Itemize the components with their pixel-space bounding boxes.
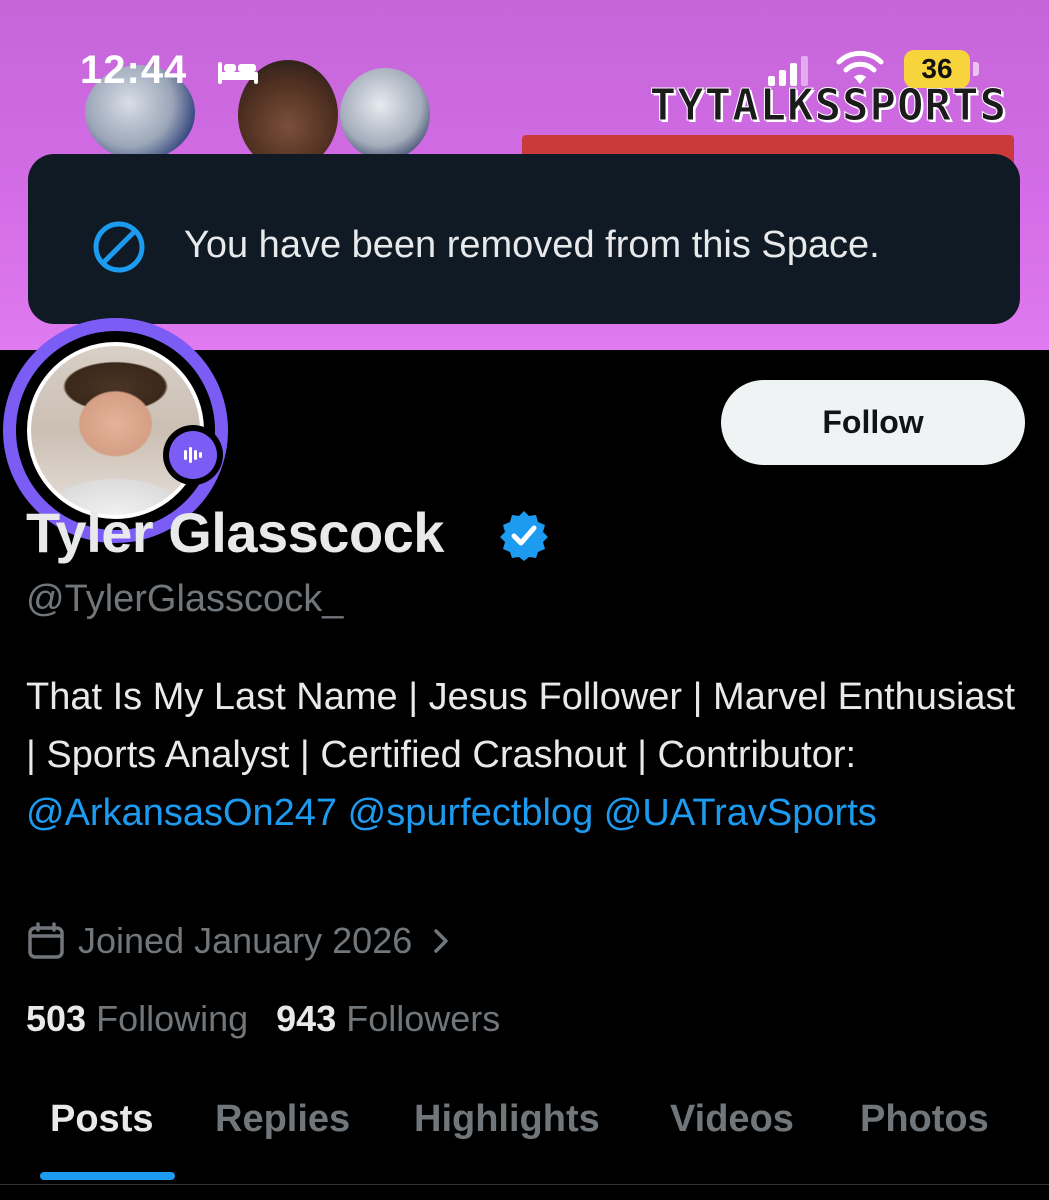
spaces-live-badge[interactable] [163, 425, 223, 485]
spaces-audio-icon [184, 447, 202, 463]
cellular-signal-icon [768, 56, 808, 86]
profile-tabs: Posts Replies Highlights Videos Photos [0, 1088, 1049, 1200]
status-time: 12:44 [80, 48, 188, 92]
joined-date-text: Joined January 2026 [78, 920, 413, 961]
battery-nub [973, 62, 979, 76]
removed-from-space-toast[interactable]: You have been removed from this Space. [28, 154, 1020, 324]
tab-posts[interactable]: Posts [50, 1098, 153, 1141]
follow-stats: 503 Following 943 Followers [26, 998, 528, 1040]
tab-highlights[interactable]: Highlights [414, 1098, 600, 1141]
tab-videos[interactable]: Videos [670, 1098, 794, 1141]
blocked-icon [93, 221, 145, 273]
bio-mention-link[interactable]: @spurfectblog [348, 792, 594, 834]
joined-date-row[interactable]: Joined January 2026 [26, 918, 456, 964]
active-tab-indicator [40, 1172, 175, 1180]
verified-badge-icon[interactable] [498, 509, 550, 561]
followers-label: Followers [346, 998, 501, 1039]
tab-photos[interactable]: Photos [860, 1098, 989, 1141]
wifi-icon [836, 50, 884, 84]
following-label: Following [96, 998, 249, 1039]
spaces-badge-circle [169, 431, 217, 479]
following-stat-link[interactable]: 503 Following [26, 998, 248, 1040]
followers-stat-link[interactable]: 943 Followers [276, 998, 500, 1040]
status-bar: 12:44 36 [0, 0, 1049, 130]
bio-text: That Is My Last Name | Jesus Follower | … [26, 676, 1016, 776]
following-count: 503 [26, 998, 87, 1039]
follow-button[interactable]: Follow [721, 380, 1025, 465]
bio-mention-link[interactable]: @ArkansasOn247 [26, 792, 337, 834]
followers-count: 943 [276, 998, 337, 1039]
tabs-divider [0, 1184, 1049, 1185]
calendar-icon [28, 922, 64, 959]
tab-replies[interactable]: Replies [215, 1098, 350, 1141]
battery-icon: 36 [904, 50, 970, 88]
toast-message: You have been removed from this Space. [184, 224, 880, 266]
bed-icon [218, 62, 258, 84]
chevron-right-icon [434, 929, 448, 953]
profile-handle: @TylerGlasscock_ [26, 578, 344, 620]
profile-display-name: Tyler Glasscock [26, 501, 444, 564]
profile-bio: That Is My Last Name | Jesus Follower | … [26, 668, 1016, 842]
bio-mention-link[interactable]: @UATravSports [604, 792, 877, 834]
